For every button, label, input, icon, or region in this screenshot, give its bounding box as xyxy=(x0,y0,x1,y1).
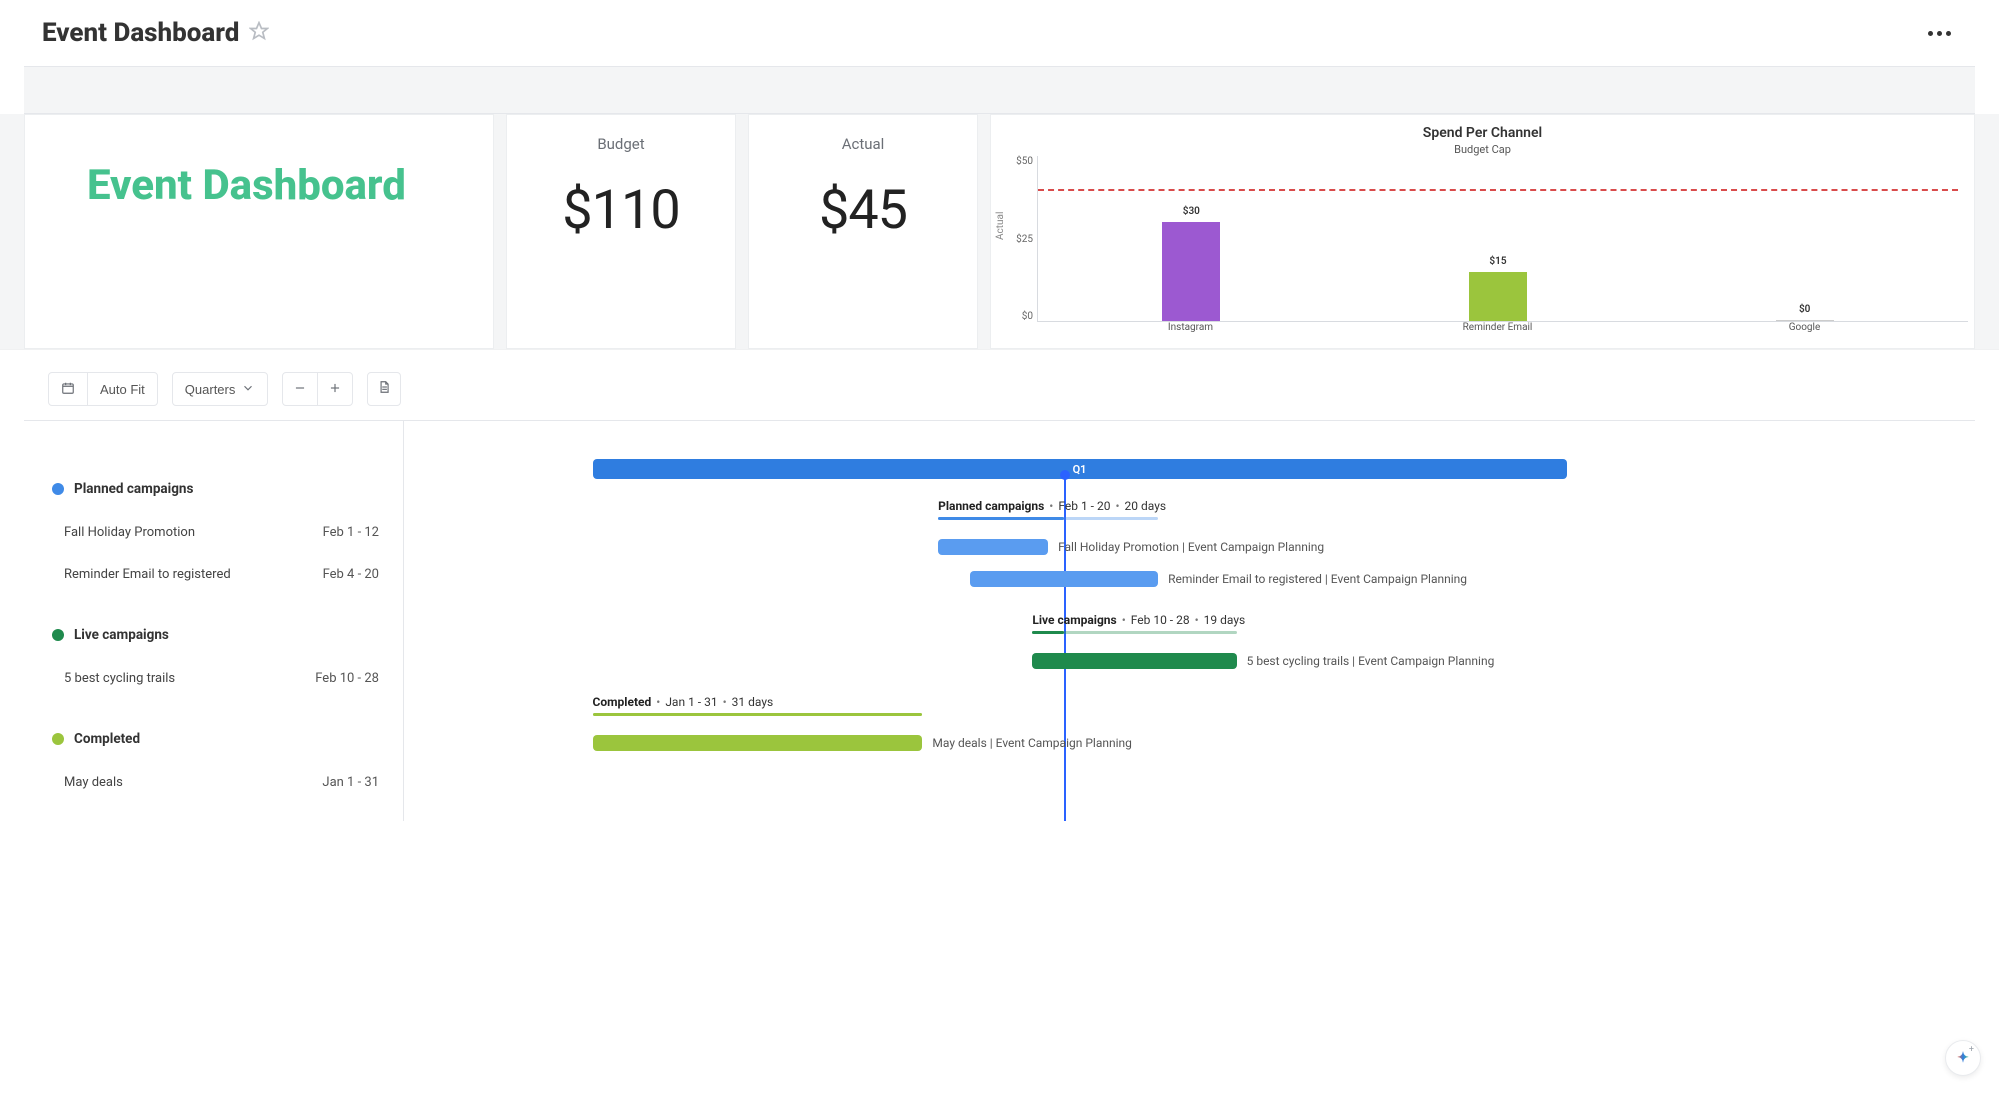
chart-bar: $15 xyxy=(1469,272,1527,322)
chart-budget-cap-label: Budget Cap xyxy=(997,143,1968,156)
chart-y-axis-label: Actual xyxy=(995,212,1006,240)
sub-header-band xyxy=(24,66,1975,114)
gantt-task-name: May deals xyxy=(64,775,123,790)
auto-fit-button-group: Auto Fit xyxy=(48,372,158,406)
chart-bar-value-label: $0 xyxy=(1799,304,1810,315)
chart-bar-column: $30 xyxy=(1038,156,1345,321)
chart-bar-value-label: $30 xyxy=(1183,206,1200,217)
gantt-task-name: Fall Holiday Promotion xyxy=(64,525,195,540)
gantt-task-bar[interactable]: Fall Holiday Promotion | Event Campaign … xyxy=(938,539,1048,555)
chart-title: Spend Per Channel xyxy=(997,125,1968,141)
gantt-task-date-range: Feb 4 - 20 xyxy=(323,567,379,582)
gantt-group-bar-progress xyxy=(938,517,1064,520)
gantt-today-line xyxy=(1064,476,1066,821)
assistant-floating-button[interactable]: ✦ + xyxy=(1945,1040,1981,1076)
gantt-task-list: Planned campaignsFall Holiday PromotionF… xyxy=(24,421,404,821)
group-color-dot xyxy=(52,629,64,641)
gantt-task-row[interactable]: Reminder Email to registered Feb 4 - 20 xyxy=(24,553,403,595)
actual-kpi-label: Actual xyxy=(842,135,885,153)
gantt-task-bar[interactable]: Reminder Email to registered | Event Cam… xyxy=(970,571,1159,587)
gantt-task-row[interactable]: Fall Holiday Promotion Feb 1 - 12 xyxy=(24,511,403,553)
gantt-chart: Planned campaignsFall Holiday PromotionF… xyxy=(24,420,1975,821)
chart-y-tick: $25 xyxy=(1016,234,1033,245)
gantt-task-bar-label: May deals | Event Campaign Planning xyxy=(932,736,1131,750)
page-title: Event Dashboard xyxy=(42,18,239,48)
gantt-group-summary: Completed•Jan 1 - 31•31 days xyxy=(593,695,774,709)
gantt-task-bar-label: 5 best cycling trails | Event Campaign P… xyxy=(1247,654,1495,668)
plus-icon xyxy=(328,381,342,398)
gantt-group-summary: Planned campaigns•Feb 1 - 20•20 days xyxy=(938,499,1166,513)
chart-x-tick: Reminder Email xyxy=(1344,322,1651,333)
gantt-group-name: Live campaigns xyxy=(74,627,169,643)
group-color-dot xyxy=(52,733,64,745)
zoom-in-button[interactable] xyxy=(318,373,352,405)
gantt-task-bar[interactable]: May deals | Event Campaign Planning xyxy=(593,735,923,751)
title-card: Event Dashboard xyxy=(24,114,494,349)
sparkle-icon: ✦ xyxy=(1957,1050,1969,1066)
cards-row: Event Dashboard Budget $110 Actual $45 S… xyxy=(0,114,1999,350)
chart-y-tick: $0 xyxy=(1016,311,1033,322)
gantt-timeline[interactable]: Q1 Planned campaigns•Feb 1 - 20•20 days Fa… xyxy=(404,421,1975,821)
actual-kpi-value: $45 xyxy=(819,179,907,242)
gantt-task-row[interactable]: May deals Jan 1 - 31 xyxy=(24,761,403,803)
chart-bar: $0 xyxy=(1776,320,1834,321)
budget-kpi-value: $110 xyxy=(562,179,679,242)
budget-kpi-card: Budget $110 xyxy=(506,114,736,349)
gantt-task-bar[interactable]: 5 best cycling trails | Event Campaign P… xyxy=(1032,653,1236,669)
spend-per-channel-card: Spend Per Channel Budget Cap Actual $50 $… xyxy=(990,114,1975,349)
chart-plot-area: Actual $50 $25 $0 $30 $15 $0 InstagramRemind… xyxy=(997,156,1968,344)
chart-bar-value-label: $15 xyxy=(1489,256,1506,267)
chart-bar-column: $15 xyxy=(1345,156,1652,321)
favorite-star-icon[interactable] xyxy=(249,21,269,45)
gantt-group-name: Planned campaigns xyxy=(74,481,193,497)
gantt-group-bar-progress xyxy=(1032,631,1063,634)
gantt-group-bar-progress xyxy=(593,713,923,716)
gantt-task-date-range: Feb 1 - 12 xyxy=(323,525,379,540)
gantt-task-row[interactable]: 5 best cycling trails Feb 10 - 28 xyxy=(24,657,403,699)
gantt-task-name: 5 best cycling trails xyxy=(64,671,175,686)
gantt-group-planned[interactable]: Planned campaigns xyxy=(24,467,403,511)
timescale-select: Quarters xyxy=(172,372,269,406)
gantt-task-name: Reminder Email to registered xyxy=(64,567,231,582)
gantt-group-summary: Live campaigns•Feb 10 - 28•19 days xyxy=(1032,613,1245,627)
calendar-icon xyxy=(61,381,75,398)
page-header: Event Dashboard xyxy=(0,0,1999,66)
gantt-quarter-band: Q1 xyxy=(593,459,1567,479)
timescale-dropdown[interactable]: Quarters xyxy=(173,373,268,405)
chart-bar-column: $0 xyxy=(1651,156,1958,321)
chart-x-tick: Instagram xyxy=(1037,322,1344,333)
gantt-group-name: Completed xyxy=(74,731,140,747)
document-icon xyxy=(377,380,391,398)
chevron-down-icon xyxy=(241,381,255,398)
gantt-toolbar: Auto Fit Quarters xyxy=(0,350,1999,420)
gantt-task-bar-label: Fall Holiday Promotion | Event Campaign … xyxy=(1058,540,1324,554)
plus-icon: + xyxy=(1969,1045,1974,1055)
export-button[interactable] xyxy=(367,372,401,406)
gantt-group-completed[interactable]: Completed xyxy=(24,717,403,761)
gantt-task-bar-label: Reminder Email to registered | Event Cam… xyxy=(1168,572,1467,586)
gantt-task-date-range: Feb 10 - 28 xyxy=(315,671,379,686)
chart-x-tick: Google xyxy=(1651,322,1958,333)
gantt-group-live[interactable]: Live campaigns xyxy=(24,613,403,657)
chart-bar: $30 xyxy=(1162,222,1220,321)
zoom-out-button[interactable] xyxy=(283,373,317,405)
chart-y-tick: $50 xyxy=(1016,156,1033,167)
minus-icon xyxy=(293,381,307,398)
auto-fit-button[interactable]: Auto Fit xyxy=(88,373,157,405)
more-menu-button[interactable] xyxy=(1928,31,1951,36)
actual-kpi-card: Actual $45 xyxy=(748,114,978,349)
gantt-task-date-range: Jan 1 - 31 xyxy=(322,775,379,790)
zoom-controls xyxy=(282,372,353,406)
budget-kpi-label: Budget xyxy=(597,135,644,153)
group-color-dot xyxy=(52,483,64,495)
calendar-auto-fit-icon-button[interactable] xyxy=(49,373,87,405)
dashboard-title-text: Event Dashboard xyxy=(87,161,406,210)
